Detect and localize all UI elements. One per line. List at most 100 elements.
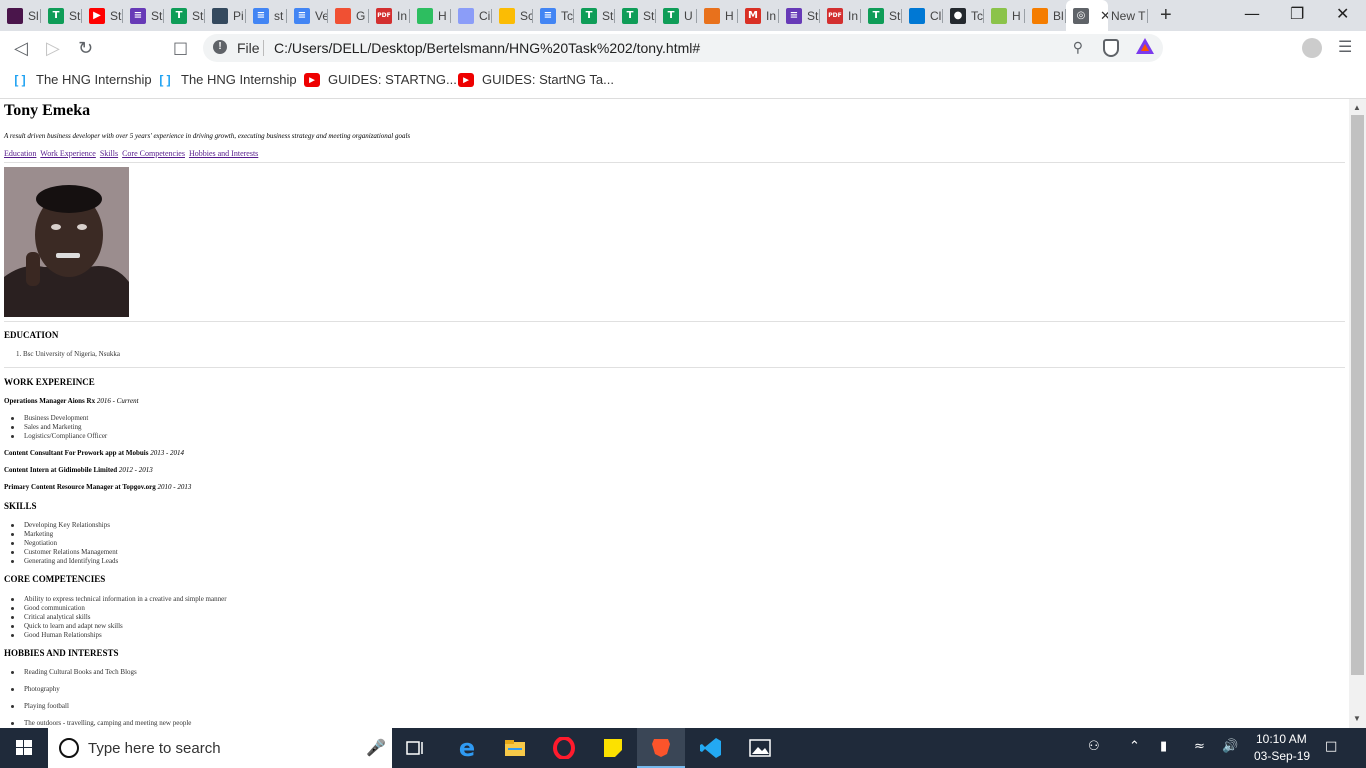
edge-icon[interactable]: e — [443, 728, 491, 768]
browser-tab[interactable]: Cl — [902, 0, 943, 31]
browser-tab[interactable]: T St — [615, 0, 656, 31]
core-heading: CORE COMPETENCIES — [4, 574, 106, 584]
tab-title: Tc — [561, 8, 573, 23]
taskbar-search[interactable]: Type here to search 🎤 — [48, 728, 392, 768]
forms-icon: ≡ — [786, 7, 802, 24]
browser-tab[interactable]: ◎ ✕ — [1066, 0, 1108, 31]
chevron-up-icon[interactable]: ⌃ — [1129, 739, 1140, 754]
browser-tab[interactable]: ≡ St — [779, 0, 820, 31]
nav-link-skills[interactable]: Skills — [100, 149, 118, 158]
clock-date[interactable]: 03-Sep-19 — [1254, 749, 1310, 763]
tab-title: St — [192, 8, 204, 23]
browser-tab[interactable]: Sc — [492, 0, 533, 31]
back-icon[interactable]: ◁ — [14, 38, 28, 59]
browser-tab[interactable]: PDF In — [820, 0, 861, 31]
nav-link-core[interactable]: Core Competencies — [122, 149, 185, 158]
browser-tab[interactable]: T St — [41, 0, 82, 31]
cloud-icon — [909, 7, 925, 24]
battery-icon[interactable]: ▮ — [1160, 739, 1167, 754]
people-icon[interactable]: ⚇ — [1088, 739, 1100, 754]
volume-icon[interactable]: 🔊 — [1222, 739, 1238, 754]
core-list: Ability to express technical information… — [11, 595, 227, 640]
start-button[interactable] — [0, 728, 48, 768]
scroll-down-icon[interactable]: ▼ — [1353, 714, 1361, 723]
cortana-icon — [59, 738, 79, 758]
nav-link-hobbies[interactable]: Hobbies and Interests — [189, 149, 258, 158]
browser-tab[interactable]: Pi — [205, 0, 246, 31]
bookmark-icon[interactable]: □ — [173, 38, 188, 57]
url-text[interactable]: C:/Users/DELL/Desktop/Bertelsmann/HNG%20… — [274, 40, 700, 56]
task-view-icon[interactable] — [392, 728, 440, 768]
tab-title: In — [848, 8, 859, 23]
clock-time[interactable]: 10:10 AM — [1256, 732, 1307, 746]
bookmark-item[interactable]: [ ] The HNG Internship — [157, 72, 296, 87]
browser-tab[interactable]: M In — [738, 0, 779, 31]
brave-shields-icon[interactable] — [1103, 39, 1119, 57]
drive-icon — [499, 7, 515, 24]
tab-title: St — [602, 8, 614, 23]
browser-tab[interactable]: ≡ St — [123, 0, 164, 31]
new-tab-button[interactable]: + — [1160, 4, 1172, 27]
menu-icon[interactable]: ☰ — [1338, 37, 1352, 57]
forward-icon[interactable]: ▷ — [46, 38, 60, 59]
browser-tab[interactable]: ● Tc — [943, 0, 984, 31]
nav-link-work[interactable]: Work Experience — [40, 149, 96, 158]
scroll-up-icon[interactable]: ▲ — [1353, 103, 1361, 112]
nav-link-education[interactable]: Education — [4, 149, 36, 158]
browser-tab[interactable]: Ci — [451, 0, 492, 31]
forms-icon: ≡ — [130, 7, 146, 24]
browser-tab[interactable]: New T — [1107, 0, 1148, 31]
tab-title: St — [110, 8, 122, 23]
education-list: 1. Bsc University of Nigeria, Nsukka — [16, 350, 120, 359]
notifications-icon[interactable]: □ — [1325, 739, 1337, 754]
browser-tab[interactable]: Sl — [0, 0, 41, 31]
browser-tab[interactable]: T St — [861, 0, 902, 31]
tab-title: Tc — [971, 8, 983, 23]
tab-title: St — [151, 8, 163, 23]
browser-tab[interactable]: ≡ Tc — [533, 0, 574, 31]
bookmark-item[interactable]: ▶ GUIDES: StartNG Ta... — [458, 72, 614, 87]
profile-avatar[interactable] — [1302, 38, 1322, 58]
bookmark-item[interactable]: ▶ GUIDES: STARTNG... — [304, 72, 457, 87]
browser-tab[interactable]: H — [984, 0, 1025, 31]
minimize-button[interactable]: — — [1244, 4, 1260, 23]
list-item: Good Human Relationships — [11, 631, 227, 640]
list-item: Marketing — [10, 530, 118, 539]
tab-title: St — [643, 8, 655, 23]
brave-icon[interactable] — [637, 728, 685, 768]
brave-rewards-icon[interactable] — [1136, 38, 1154, 54]
address-bar[interactable]: ! File C:/Users/DELL/Desktop/Bertelsmann… — [203, 34, 1163, 62]
microphone-icon[interactable]: 🎤 — [366, 738, 386, 758]
tab-separator — [1147, 9, 1148, 23]
info-icon[interactable]: ! — [213, 40, 227, 54]
vscode-icon[interactable] — [687, 728, 735, 768]
browser-tab[interactable]: H — [410, 0, 451, 31]
browser-tab[interactable]: PDF In — [369, 0, 410, 31]
zoom-icon[interactable]: ⚲ — [1073, 39, 1083, 56]
browser-tab[interactable]: TU — [656, 0, 697, 31]
maximize-button[interactable]: ❐ — [1290, 4, 1304, 23]
wifi-icon[interactable]: ≈ — [1194, 739, 1205, 754]
photos-icon[interactable] — [736, 728, 784, 768]
blogger-icon — [1032, 7, 1048, 24]
browser-tab[interactable]: H — [697, 0, 738, 31]
scrollbar-thumb[interactable] — [1351, 115, 1364, 675]
trello-icon: T — [622, 7, 638, 24]
browser-tab[interactable]: Bl — [1025, 0, 1066, 31]
bookmark-item[interactable]: [ ] The HNG Internship — [12, 72, 151, 87]
reload-icon[interactable]: ↻ — [78, 38, 93, 59]
browser-tab[interactable]: ≡ Ve — [287, 0, 328, 31]
close-window-button[interactable]: ✕ — [1336, 4, 1349, 23]
browser-tab[interactable]: ▶ St — [82, 0, 123, 31]
browser-tab[interactable]: ≡ st — [246, 0, 287, 31]
list-item: Ability to express technical information… — [11, 595, 227, 603]
vertical-scrollbar[interactable]: ▲ ▼ — [1349, 99, 1366, 728]
file-explorer-icon[interactable] — [491, 728, 539, 768]
opera-icon[interactable] — [540, 728, 588, 768]
sticky-notes-icon[interactable] — [589, 728, 637, 768]
browser-tab[interactable]: T St — [574, 0, 615, 31]
browser-tab[interactable]: T St — [164, 0, 205, 31]
browser-tab[interactable]: G — [328, 0, 369, 31]
tagline: A result driven business developer with … — [4, 132, 411, 140]
list-item: Sales and Marketing — [10, 423, 107, 432]
